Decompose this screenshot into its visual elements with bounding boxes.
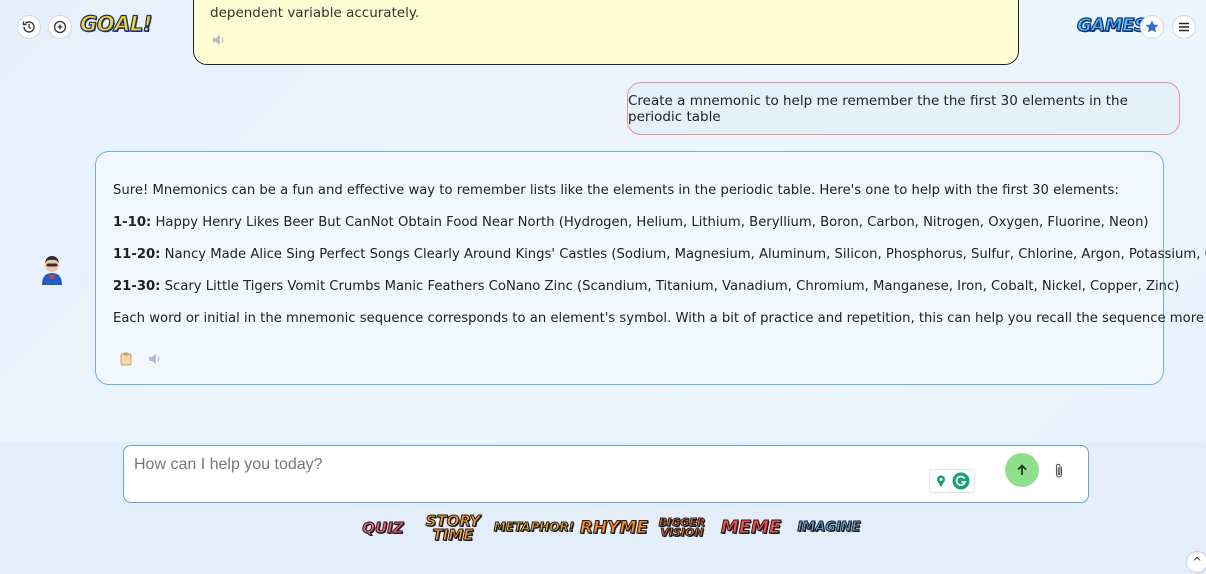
history-icon: [22, 21, 35, 33]
bot-message: Sure! Mnemonics can be a fun and effecti…: [95, 151, 1206, 385]
bot-avatar: [42, 256, 62, 285]
bot-outro: Each word or initial in the mnemonic seq…: [113, 311, 1206, 326]
new-chat-icon: [53, 20, 67, 34]
previous-bot-message: dependent variable accurately.: [193, 0, 1019, 65]
speaker-icon[interactable]: [148, 353, 162, 365]
previous-message-text: dependent variable accurately.: [210, 5, 420, 21]
copy-icon[interactable]: [120, 352, 132, 366]
message-tools: [120, 352, 162, 366]
favorites-button[interactable]: [1140, 15, 1164, 39]
star-icon: [1145, 20, 1159, 33]
send-button[interactable]: [1005, 453, 1039, 487]
menu-icon: [1179, 22, 1189, 32]
mode-bigger-vision-button[interactable]: BIGGER VISION: [658, 505, 706, 551]
arrow-up-icon: [1017, 464, 1027, 475]
mode-metaphor-button[interactable]: METAPHOR!: [493, 505, 574, 551]
mode-story-time-button[interactable]: STORY TIME: [420, 505, 486, 551]
chat-input[interactable]: [132, 452, 916, 478]
mnemonic-label: 21-30:: [113, 279, 161, 294]
location-pin-icon: [937, 475, 945, 487]
menu-button[interactable]: [1172, 15, 1196, 39]
grammarly-icon: [952, 472, 970, 490]
mnemonic-text: Nancy Made Alice Sing Perfect Songs Clea…: [160, 247, 1206, 262]
mnemonic-label: 1-10:: [113, 215, 152, 230]
user-message-text: Create a mnemonic to help me remember th…: [628, 92, 1128, 125]
mnemonic-line: 21-30: Scary Little Tigers Vomit Crumbs …: [113, 279, 1179, 294]
mode-quiz-button[interactable]: QUIZ: [358, 505, 408, 551]
mnemonic-label: 11-20:: [113, 247, 161, 262]
user-message: Create a mnemonic to help me remember th…: [627, 82, 1180, 135]
mnemonic-line: 11-20: Nancy Made Alice Sing Perfect Son…: [113, 247, 1206, 262]
games-logo[interactable]: GAMES: [1076, 14, 1147, 36]
mode-strip: QUIZ STORY TIME METAPHOR! RHYME BIGGER V…: [0, 505, 1206, 555]
bot-intro: Sure! Mnemonics can be a fun and effecti…: [113, 183, 1119, 198]
mode-meme-button[interactable]: MEME: [718, 505, 784, 551]
paperclip-icon[interactable]: [1052, 462, 1066, 480]
speaker-icon[interactable]: [212, 34, 226, 46]
mnemonic-line: 1-10: Happy Henry Likes Beer But CanNot …: [113, 215, 1149, 230]
new-chat-button[interactable]: [48, 15, 72, 39]
mnemonic-text: Happy Henry Likes Beer But CanNot Obtain…: [151, 215, 1149, 230]
chat-area: GOAL! GAMES dependent variable accuratel…: [0, 0, 1206, 442]
mode-rhyme-button[interactable]: RHYME: [579, 505, 648, 551]
goal-logo[interactable]: GOAL!: [79, 11, 153, 36]
history-button[interactable]: [17, 15, 41, 39]
mnemonic-text: Scary Little Tigers Vomit Crumbs Manic F…: [160, 279, 1180, 294]
mode-imagine-button[interactable]: IMAGINE: [797, 505, 861, 551]
scroll-to-top-button[interactable]: ^: [1186, 551, 1206, 573]
grammarly-widget[interactable]: [929, 469, 975, 493]
chat-input-box: [123, 445, 1089, 503]
